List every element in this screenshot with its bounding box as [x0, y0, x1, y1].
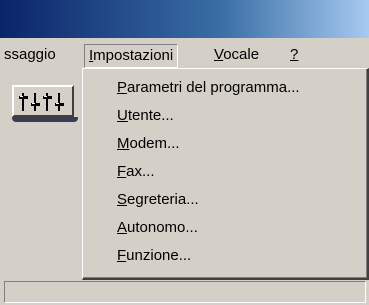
menu-impostazioni-label: mpostazioni [93, 47, 174, 64]
menu-help-label: ? [290, 46, 299, 63]
menu-item-fax-mnemonic: F [117, 163, 127, 180]
menu-messaggio-label: ssaggio [4, 46, 56, 63]
menu-item-modem-label: odem... [129, 135, 180, 152]
menu-item-parametri-label: arametri del programma... [127, 79, 300, 96]
menu-messaggio[interactable]: ssaggio [0, 44, 60, 66]
menu-item-utente-mnemonic: U [117, 107, 128, 124]
menu-item-autonomo-mnemonic: A [117, 219, 128, 236]
menu-vocale-mnemonic: V [214, 46, 224, 63]
menu-item-segreteria-label: egreteria... [127, 191, 199, 208]
menu-impostazioni[interactable]: Impostazioni [84, 44, 179, 68]
menu-item-modem[interactable]: Modem... [117, 133, 180, 155]
impostazioni-dropdown-menu: Parametri del programma... Utente... Mod… [82, 68, 369, 280]
menu-item-utente-label: tente... [127, 107, 174, 124]
menu-bar: ssaggio Impostazioni Vocale ? [0, 38, 369, 72]
status-bar [0, 279, 369, 305]
menu-item-funzione-mnemonic: F [117, 247, 127, 264]
menu-item-fax[interactable]: Fax... [117, 161, 155, 183]
menu-item-segreteria[interactable]: Segreteria... [117, 189, 199, 211]
menu-item-utente[interactable]: Utente... [117, 105, 174, 127]
toolbar-settings-button[interactable] [12, 85, 74, 117]
menu-vocale[interactable]: Vocale [210, 44, 263, 66]
toolbar-divider [12, 117, 78, 122]
menu-help[interactable]: ? [286, 44, 302, 66]
menu-item-modem-mnemonic: M [117, 135, 130, 152]
menu-item-autonomo-label: utonomo... [127, 219, 198, 236]
menu-item-funzione[interactable]: Funzione... [117, 245, 191, 267]
menu-item-parametri[interactable]: Parametri del programma... [117, 77, 300, 99]
menu-item-autonomo[interactable]: Autonomo... [117, 217, 198, 239]
window-titlebar [0, 0, 369, 38]
menu-vocale-label: ocale [223, 46, 260, 63]
menu-item-segreteria-mnemonic: S [117, 191, 128, 208]
status-panel [4, 281, 366, 303]
menu-item-funzione-label: unzione... [126, 247, 192, 264]
menu-item-fax-label: ax... [126, 163, 155, 180]
menu-item-parametri-mnemonic: P [117, 79, 128, 96]
